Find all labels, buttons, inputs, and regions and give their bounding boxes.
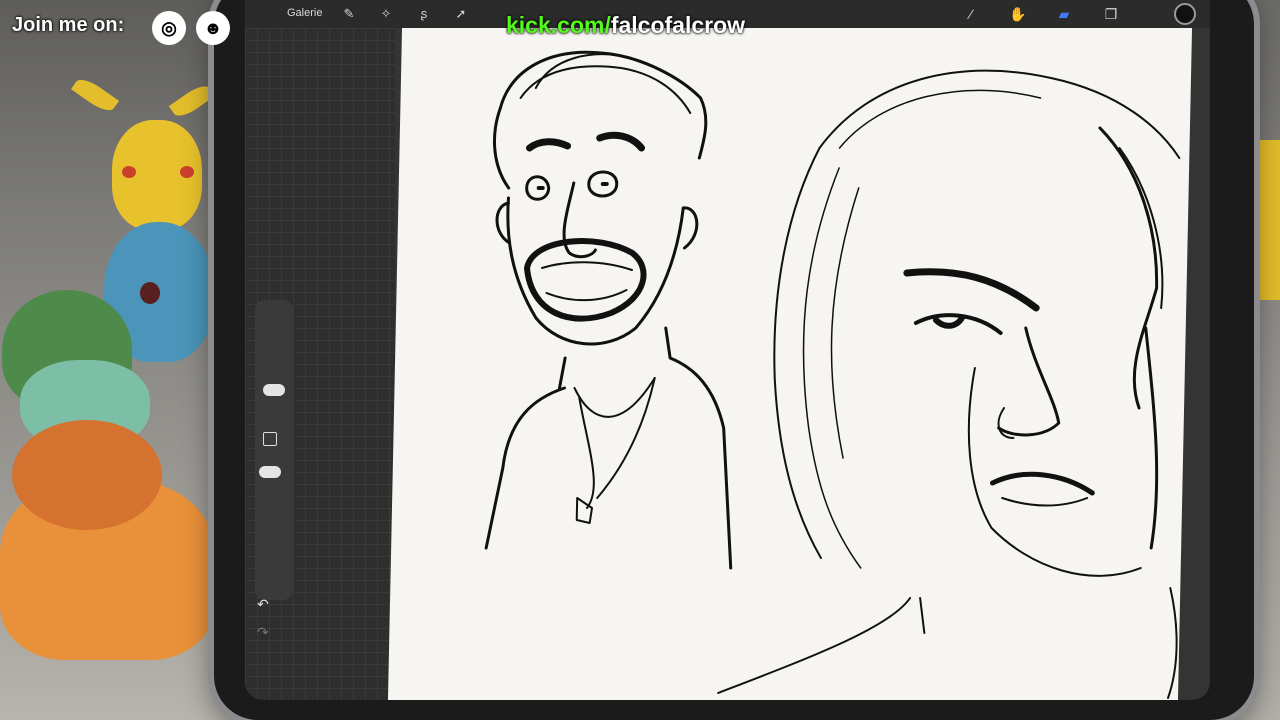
join-me-label: Join me on: [12, 14, 125, 36]
smudge-icon[interactable]: ✋ [1007, 3, 1029, 25]
modify-button[interactable] [263, 432, 277, 446]
brush-size-opacity-sidebar [255, 300, 293, 600]
redo-arrow-icon[interactable]: ↷ [257, 624, 269, 641]
procreate-screen: Galerie ✎ ✧ ʂ ➚ ⁄ ✋ ▰ ❐ ↶ ↷ [245, 0, 1210, 700]
undo-arrow-icon[interactable]: ↶ [257, 596, 269, 613]
kick-domain: kick.com/ [506, 12, 611, 38]
opacity-slider[interactable] [259, 466, 281, 478]
magic-wand-icon[interactable]: ✧ [377, 5, 395, 23]
instagram-icon: ◎ [152, 11, 186, 45]
gallery-button[interactable]: Galerie [287, 7, 322, 19]
color-picker-button[interactable] [1174, 3, 1196, 25]
transform-arrow-icon[interactable]: ➚ [452, 5, 470, 23]
kick-channel-link: kick.com/falcofalcrow [506, 12, 745, 39]
drawing-canvas[interactable] [387, 28, 1193, 700]
layers-icon[interactable]: ❐ [1100, 3, 1122, 25]
selection-icon[interactable]: ʂ [415, 5, 433, 23]
kick-handle: falcofalcrow [610, 12, 746, 38]
pikachu-cheek [180, 166, 194, 178]
sketch-drawing [484, 50, 1181, 699]
charmander-figurine [12, 420, 162, 530]
eraser-icon[interactable]: ▰ [1053, 3, 1075, 25]
pikachu-cheek [122, 166, 136, 178]
squirtle-eye [140, 282, 160, 304]
brush-size-slider[interactable] [263, 384, 285, 396]
brush-icon[interactable]: ⁄ [960, 3, 982, 25]
discord-icon: ☻ [196, 11, 230, 45]
wrench-icon[interactable]: ✎ [340, 5, 358, 23]
